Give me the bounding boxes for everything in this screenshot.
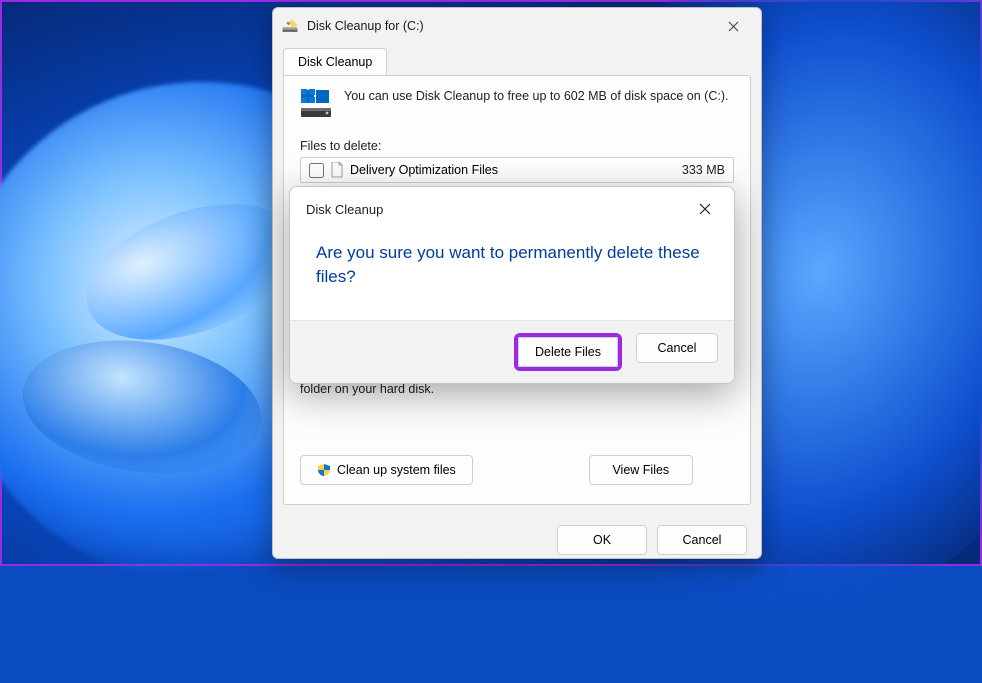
tab-disk-cleanup[interactable]: Disk Cleanup [283,48,387,75]
ok-button[interactable]: OK [557,525,647,555]
drive-icon [300,88,332,125]
delete-files-button[interactable]: Delete Files [518,337,618,367]
explain-text: You can use Disk Cleanup to free up to 6… [344,88,728,105]
list-item[interactable]: Delivery Optimization Files 333 MB [301,158,733,182]
view-files-label: View Files [612,463,669,477]
confirm-dialog: Disk Cleanup Are you sure you want to pe… [289,186,735,384]
view-files-button[interactable]: View Files [589,455,693,485]
confirm-cancel-button[interactable]: Cancel [636,333,718,363]
shield-icon [317,463,331,477]
confirm-titlebar[interactable]: Disk Cleanup [290,187,734,229]
cleanup-system-files-label: Clean up system files [337,463,456,477]
confirm-message: Are you sure you want to permanently del… [290,229,734,289]
file-name: Delivery Optimization Files [350,163,498,177]
window-title: Disk Cleanup for (C:) [307,19,424,33]
close-icon[interactable] [713,12,753,40]
highlight-delete: Delete Files [514,333,622,371]
files-to-delete-label: Files to delete: [300,139,734,153]
file-size: 333 MB [682,163,725,177]
files-listbox[interactable]: Delivery Optimization Files 333 MB [300,157,734,183]
confirm-button-row: Delete Files Cancel [290,320,734,383]
dialog-footer: OK Cancel [273,515,761,565]
disk-cleanup-icon [281,17,299,35]
confirm-title-text: Disk Cleanup [306,202,383,217]
file-checkbox[interactable] [309,163,324,178]
cleanup-system-files-button[interactable]: Clean up system files [300,455,473,485]
cancel-button[interactable]: Cancel [657,525,747,555]
tab-row: Disk Cleanup [273,48,761,75]
close-icon[interactable] [690,197,720,221]
titlebar[interactable]: Disk Cleanup for (C:) [273,8,761,44]
file-icon [330,162,344,178]
